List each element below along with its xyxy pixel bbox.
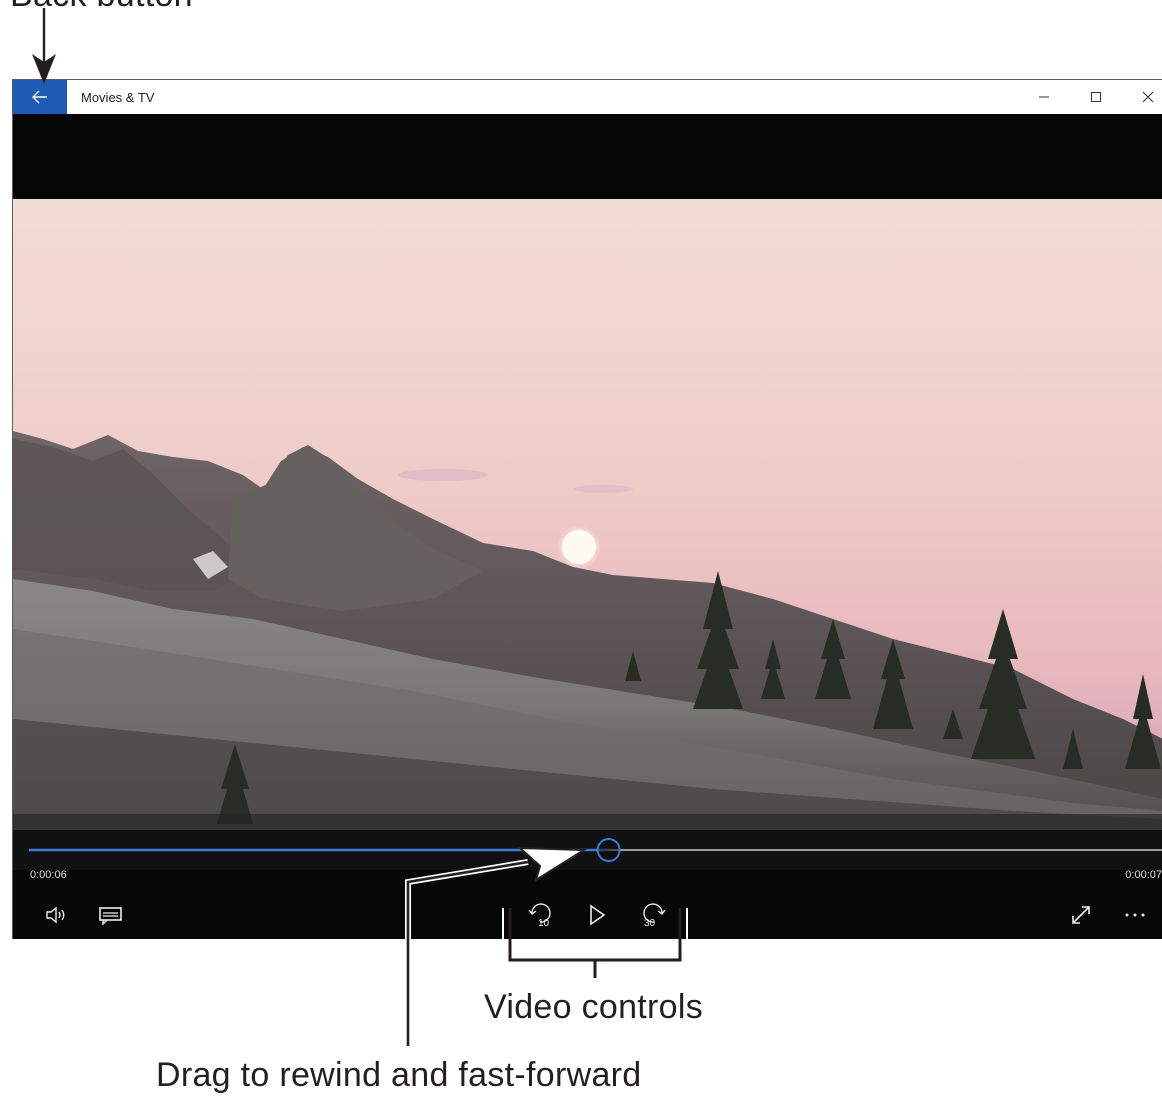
- skip-forward-30-icon: 30: [643, 903, 666, 929]
- maximize-icon: [1091, 92, 1101, 102]
- more-options-icon: [1125, 913, 1145, 917]
- arrow-left-icon: [32, 90, 47, 104]
- movies-tv-window: Movies & TV 0:00:06 0:00:07 10 30: [12, 79, 1162, 939]
- volume-icon: [46, 906, 65, 924]
- seek-thumb[interactable]: [596, 838, 621, 862]
- back-button-callout: Back button: [10, 0, 193, 15]
- minimize-icon: [1039, 96, 1049, 98]
- skip-back-10-icon: 10: [528, 903, 551, 929]
- current-time: 0:00:06: [30, 869, 67, 881]
- volume-button[interactable]: [37, 897, 77, 933]
- skip-forward-30-button[interactable]: 30: [633, 897, 673, 933]
- fullscreen-button[interactable]: [1061, 897, 1101, 933]
- play-button[interactable]: [577, 897, 617, 933]
- drag-callout: Drag to rewind and fast-forward: [156, 1056, 642, 1094]
- video-controls-callout: Video controls: [484, 988, 704, 1026]
- fullscreen-icon: [1072, 906, 1090, 924]
- skip-back-10-button[interactable]: 10: [521, 897, 561, 933]
- video-frame[interactable]: [13, 199, 1162, 830]
- total-time: 0:00:07: [1125, 869, 1162, 881]
- skip-back-label: 10: [538, 918, 550, 929]
- title-bar: Movies & TV: [13, 80, 1162, 114]
- app-title: Movies & TV: [81, 90, 155, 105]
- maximize-button[interactable]: [1071, 80, 1121, 114]
- play-icon: [590, 904, 606, 926]
- back-button[interactable]: [13, 80, 67, 114]
- captions-icon: [99, 907, 122, 925]
- close-icon: [1142, 91, 1154, 103]
- more-options-button[interactable]: [1115, 897, 1155, 933]
- captions-button[interactable]: [91, 897, 131, 933]
- skip-forward-label: 30: [644, 918, 656, 929]
- seek-bar[interactable]: [13, 830, 1162, 870]
- close-button[interactable]: [1123, 80, 1162, 114]
- seek-track: [13, 830, 1162, 870]
- video-image: [13, 199, 1162, 830]
- minimize-button[interactable]: [1019, 80, 1069, 114]
